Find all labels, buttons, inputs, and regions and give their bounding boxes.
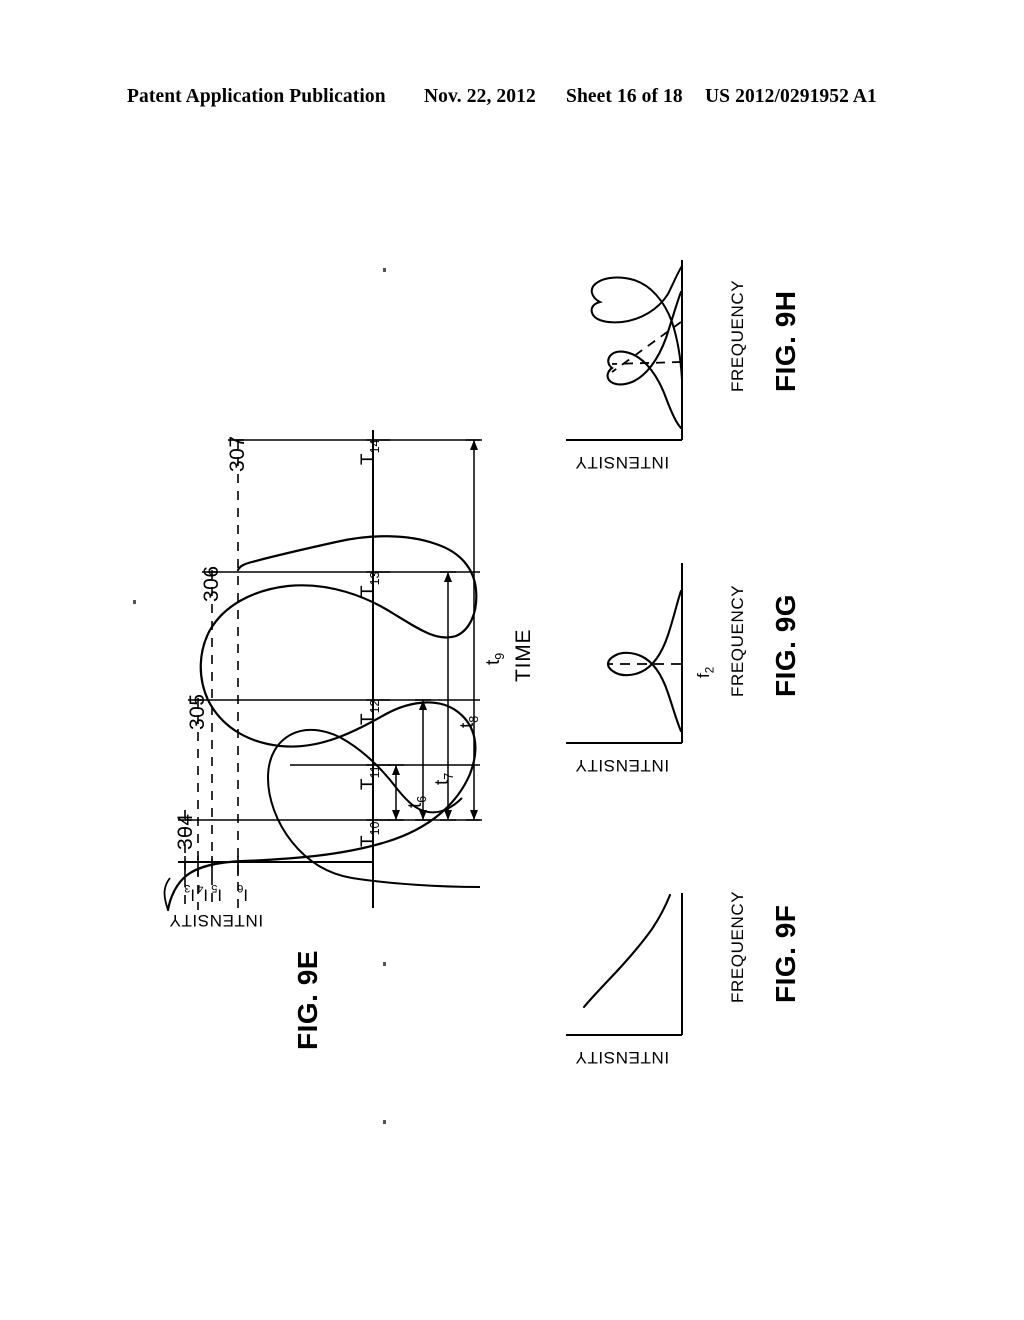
fig9e-span-bars	[388, 439, 482, 821]
figure-9g: f2 INTENSITY FREQUENCY FIG. 9G	[548, 545, 848, 790]
fig9e-time-tick-lines	[185, 439, 480, 821]
time-tick-label-t14: T14	[358, 439, 382, 465]
intensity-tick-label-i5: I5	[211, 882, 222, 904]
publication-title: Patent Application Publication	[127, 86, 386, 107]
fig9e-y-axis-title: INTENSITY	[168, 911, 264, 930]
fig9h-y-axis-title: INTENSITY	[574, 453, 670, 472]
reference-numeral-305: 305	[186, 693, 209, 730]
fig9f-x-axis-title: FREQUENCY	[728, 890, 747, 1003]
span-label-t6: t6	[405, 795, 429, 808]
time-tick-label-t10: T10	[358, 821, 382, 847]
fig9e-axes	[178, 430, 374, 908]
intensity-tick-label-i6: I6	[237, 882, 248, 904]
figure-9e: T14 T13 T12 T11 T10 t6 t7 t8 t9 304 305 …	[140, 250, 560, 1130]
figure-9e-drawing	[163, 430, 482, 912]
figure-9h-drawing	[566, 260, 683, 441]
fig9g-title: FIG. 9G	[770, 593, 801, 697]
fig9e-title: FIG. 9E	[292, 950, 323, 1050]
fig9g-f2-label: f2	[694, 666, 717, 678]
fig9f-y-axis-title: INTENSITY	[574, 1048, 670, 1067]
figure-9f: INTENSITY FREQUENCY FIG. 9F	[548, 855, 848, 1095]
fig9h-x-axis-title: FREQUENCY	[728, 279, 747, 392]
fig9h-title: FIG. 9H	[770, 290, 801, 392]
span-label-t9: t9	[483, 652, 507, 665]
fig9e-x-axis-title: TIME	[512, 628, 535, 682]
patent-number: US 2012/0291952 A1	[705, 86, 877, 107]
time-tick-label-t12: T12	[358, 699, 382, 725]
fig9e-intensity-ticks	[184, 856, 239, 876]
page-header: Patent Application Publication Nov. 22, …	[0, 86, 1024, 116]
fig9f-curve	[582, 893, 672, 1009]
reference-numeral-306: 306	[200, 565, 223, 602]
fig9e-axis-ticks	[366, 439, 390, 821]
fig9h-curve	[590, 265, 683, 381]
fig9g-curve	[606, 589, 683, 733]
sheet-number: Sheet 16 of 18	[566, 86, 683, 107]
reference-numeral-304: 304	[174, 813, 197, 850]
span-label-t7: t7	[432, 772, 456, 785]
fig9h-curve-main	[606, 290, 683, 430]
fig9f-title: FIG. 9F	[770, 904, 801, 1003]
fig9h-axes	[566, 260, 683, 441]
scan-speck	[133, 600, 136, 604]
reference-numeral-307: 307	[226, 435, 249, 472]
time-tick-label-t13: T13	[358, 571, 382, 597]
fig9g-x-axis-title: FREQUENCY	[728, 584, 747, 697]
time-tick-label-t11: T11	[358, 765, 382, 790]
publication-date: Nov. 22, 2012	[424, 86, 536, 107]
fig9g-y-axis-title: INTENSITY	[574, 756, 670, 775]
span-label-t8: t8	[457, 715, 481, 728]
figure-9h: INTENSITY FREQUENCY FIG. 9H	[548, 252, 848, 482]
